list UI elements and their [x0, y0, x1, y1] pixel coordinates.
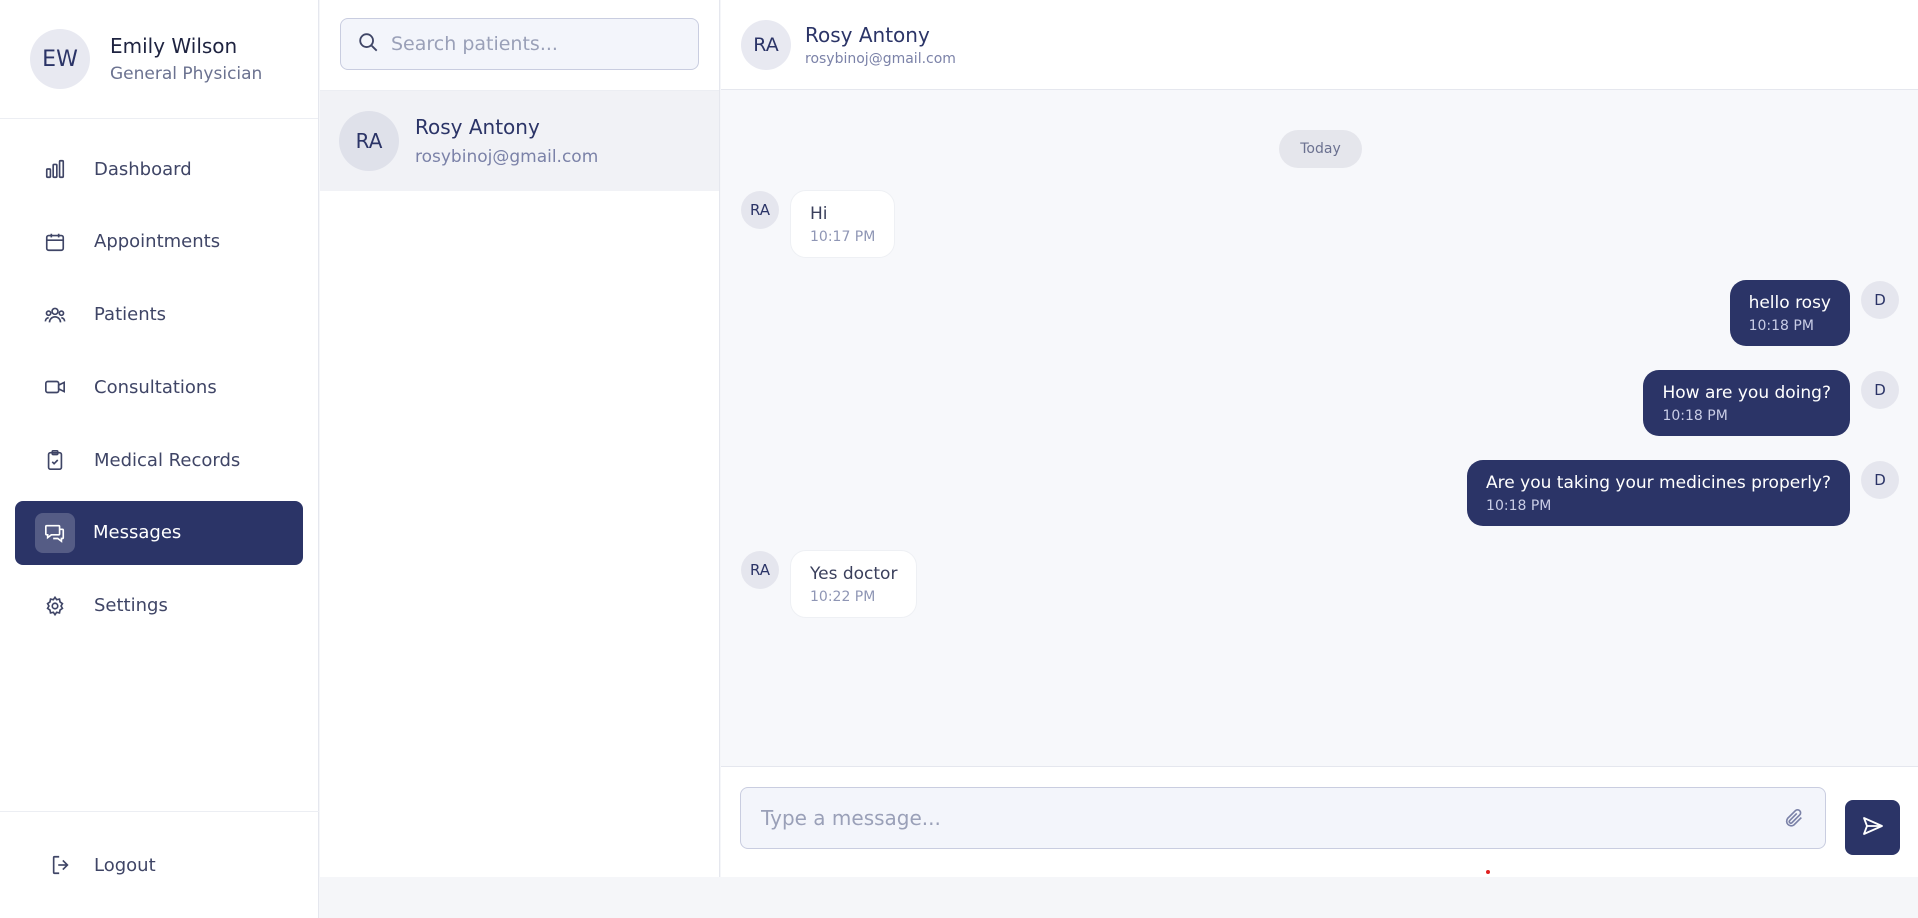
message-input[interactable] [761, 806, 1761, 830]
video-icon [42, 374, 68, 400]
user-profile: EW Emily Wilson General Physician [0, 0, 318, 119]
search-input[interactable] [391, 33, 691, 55]
message-composer [721, 766, 1918, 877]
nav-item-label: Messages [93, 522, 182, 544]
send-icon [1861, 814, 1885, 842]
search-icon [357, 31, 379, 57]
doctor-message-avatar: D [1861, 371, 1899, 409]
nav-item-dashboard[interactable]: Dashboard [15, 137, 303, 201]
nav-item-label: Appointments [94, 231, 221, 253]
message-time: 10:17 PM [810, 229, 876, 245]
nav-item-label: Dashboard [94, 158, 192, 180]
chat-contact-avatar: RA [741, 19, 791, 70]
send-button[interactable] [1845, 800, 1900, 855]
nav-item-medical-records[interactable]: Medical Records [15, 428, 303, 492]
message-text: Hi [810, 204, 828, 224]
message-time: 10:18 PM [1748, 318, 1814, 334]
message-bubble-outgoing: Are you taking your medicines properly? … [1467, 460, 1850, 526]
logout-button[interactable]: Logout [0, 811, 319, 918]
nav-item-label: Medical Records [94, 449, 241, 471]
message-text: hello rosy [1748, 293, 1831, 313]
message-input-box [740, 787, 1826, 849]
logout-icon [48, 852, 74, 878]
indicator-dot [1486, 870, 1490, 874]
patient-list-panel: RA Rosy Antony rosybinoj@gmail.com [320, 0, 720, 877]
user-role: General Physician [110, 64, 263, 84]
patient-name: Rosy Antony [415, 115, 540, 139]
nav-item-settings[interactable]: Settings [15, 574, 303, 638]
sidebar-nav: Dashboard Appointments Patients Consulta… [0, 119, 318, 638]
logout-label: Logout [94, 854, 156, 876]
date-divider: Today [1279, 130, 1362, 168]
message-list: Today RA Hi 10:17 PM hello rosy 10:18 PM… [721, 91, 1918, 766]
messages-icon [35, 512, 75, 553]
doctor-message-avatar: D [1861, 461, 1899, 499]
gear-icon [42, 593, 68, 619]
message-bubble-outgoing: How are you doing? 10:18 PM [1643, 370, 1850, 436]
message-text: Are you taking your medicines properly? [1486, 473, 1831, 493]
search-box [340, 18, 699, 70]
paperclip-icon[interactable] [1781, 805, 1807, 831]
users-icon [42, 302, 68, 328]
message-time: 10:18 PM [1662, 408, 1728, 424]
chat-contact-name: Rosy Antony [805, 22, 930, 47]
patient-list-item[interactable]: RA Rosy Antony rosybinoj@gmail.com [320, 91, 719, 191]
message-text: Yes doctor [810, 564, 898, 584]
user-name: Emily Wilson [110, 34, 238, 58]
nav-item-messages[interactable]: Messages [15, 500, 303, 565]
nav-item-patients[interactable]: Patients [15, 283, 303, 347]
message-bubble-incoming: Yes doctor 10:22 PM [790, 550, 918, 618]
user-avatar: EW [30, 29, 90, 89]
chat-panel: RA Rosy Antony rosybinoj@gmail.com Today… [721, 0, 1918, 877]
patient-email: rosybinoj@gmail.com [415, 147, 599, 167]
message-bubble-outgoing: hello rosy 10:18 PM [1729, 280, 1850, 346]
message-time: 10:18 PM [1486, 498, 1552, 514]
clipboard-check-icon [42, 447, 68, 473]
nav-item-consultations[interactable]: Consultations [15, 355, 303, 419]
nav-item-label: Settings [94, 595, 168, 617]
bar-chart-icon [42, 156, 68, 182]
message-bubble-incoming: Hi 10:17 PM [790, 190, 896, 258]
nav-item-appointments[interactable]: Appointments [15, 210, 303, 274]
patient-message-avatar: RA [741, 551, 779, 589]
sidebar: EW Emily Wilson General Physician Dashbo… [0, 0, 319, 918]
patient-message-avatar: RA [741, 191, 779, 229]
message-text: How are you doing? [1662, 383, 1831, 403]
doctor-message-avatar: D [1861, 281, 1899, 319]
chat-contact-email: rosybinoj@gmail.com [805, 50, 956, 67]
calendar-icon [42, 229, 68, 255]
nav-item-label: Patients [94, 304, 167, 326]
chat-header: RA Rosy Antony rosybinoj@gmail.com [721, 0, 1918, 90]
patient-avatar: RA [339, 111, 399, 171]
nav-item-label: Consultations [94, 376, 217, 398]
message-time: 10:22 PM [810, 589, 876, 605]
